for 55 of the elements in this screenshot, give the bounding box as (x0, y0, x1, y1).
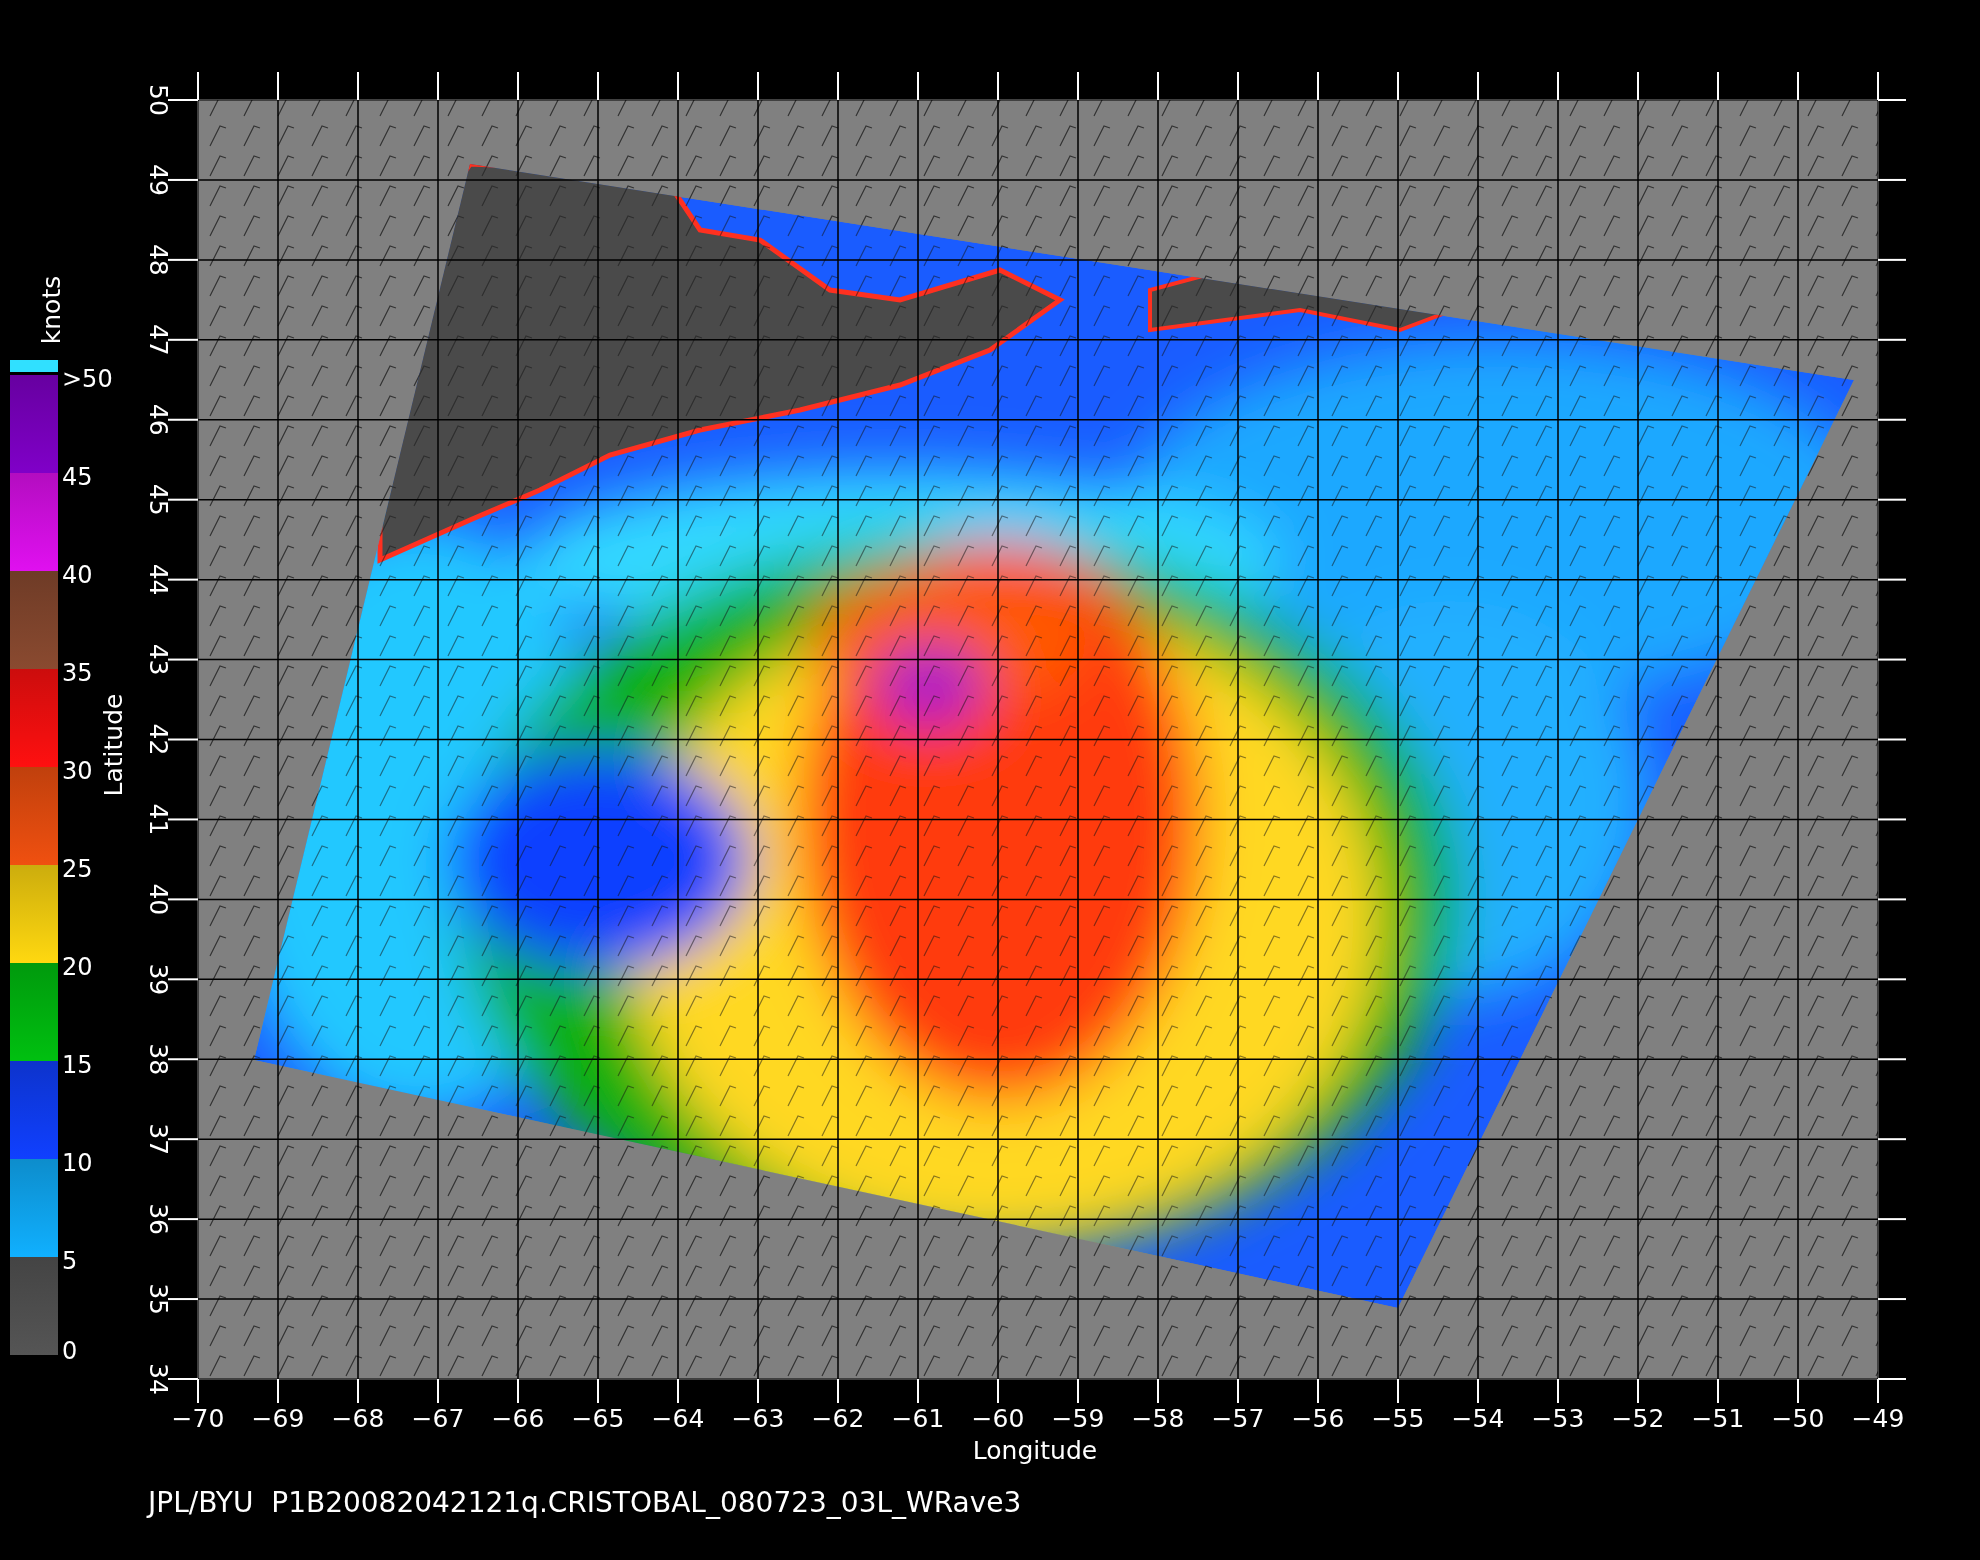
y-tick-label: 44 (144, 563, 173, 596)
x-tick-label: −58 (1131, 1404, 1185, 1433)
x-tick-label: −62 (811, 1404, 865, 1433)
x-tick-label: −60 (971, 1404, 1025, 1433)
y-tick-label: 40 (144, 883, 173, 916)
x-tick-label: −67 (411, 1404, 465, 1433)
x-tick-label: −52 (1611, 1404, 1665, 1433)
colorbar-cap (10, 360, 58, 372)
x-tick-label: −49 (1851, 1404, 1905, 1433)
x-tick-label: −66 (491, 1404, 545, 1433)
x-tick-label: −68 (331, 1404, 385, 1433)
x-tick-label: −54 (1451, 1404, 1505, 1433)
footer-text: JPL/BYU P1B20082042121q.CRISTOBAL_080723_03L_WRave3 (148, 1486, 1022, 1519)
colorbar-label: 20 (62, 953, 93, 981)
y-tick-label: 45 (144, 483, 173, 516)
y-tick-label: 34 (144, 1363, 173, 1395)
y-tick-label: 50 (144, 84, 173, 116)
colorbar-label: 10 (62, 1149, 93, 1177)
colorbar-label: 25 (62, 855, 93, 883)
y-tick-label: 35 (144, 1283, 173, 1315)
colorbar-label: 35 (62, 659, 93, 687)
colorbar-label: 30 (62, 757, 93, 785)
y-tick-label: 38 (144, 1043, 173, 1076)
colorbar-label: 40 (62, 561, 93, 589)
colorbar-label: 15 (62, 1051, 93, 1079)
x-tick-label: −50 (1771, 1404, 1825, 1433)
y-tick-label: 36 (144, 1203, 173, 1236)
x-tick-label: −61 (891, 1404, 945, 1433)
y-tick-label: 49 (144, 164, 173, 196)
x-tick-label: −63 (731, 1404, 785, 1433)
x-tick-label: −55 (1371, 1404, 1425, 1433)
x-tick-label: −57 (1211, 1404, 1265, 1433)
colorbar-label: >50 (62, 365, 113, 393)
x-axis-title: Longitude (972, 1436, 1098, 1465)
y-tick-label: 37 (144, 1123, 173, 1156)
y-tick-label: 47 (144, 323, 173, 356)
x-tick-label: −53 (1531, 1404, 1585, 1433)
colorbar-label: 45 (62, 463, 93, 491)
colorbar-unit: knots (37, 275, 66, 345)
y-axis-title: Latitude (99, 693, 128, 797)
y-tick-label: 43 (144, 643, 173, 676)
x-tick-label: −59 (1051, 1404, 1105, 1433)
x-tick-label: −65 (571, 1404, 625, 1433)
x-tick-label: −64 (651, 1404, 705, 1433)
x-tick-label: −56 (1291, 1404, 1345, 1433)
y-tick-label: 41 (144, 803, 173, 836)
y-tick-label: 42 (144, 723, 173, 756)
x-tick-label: −69 (251, 1404, 305, 1433)
colorbar-label: 0 (62, 1337, 78, 1365)
colorbar-label: 5 (62, 1247, 78, 1275)
y-tick-label: 48 (144, 243, 173, 276)
y-tick-label: 39 (144, 963, 173, 996)
x-tick-label: −51 (1691, 1404, 1745, 1433)
x-tick-label: −70 (171, 1404, 225, 1433)
y-tick-label: 46 (144, 403, 173, 436)
